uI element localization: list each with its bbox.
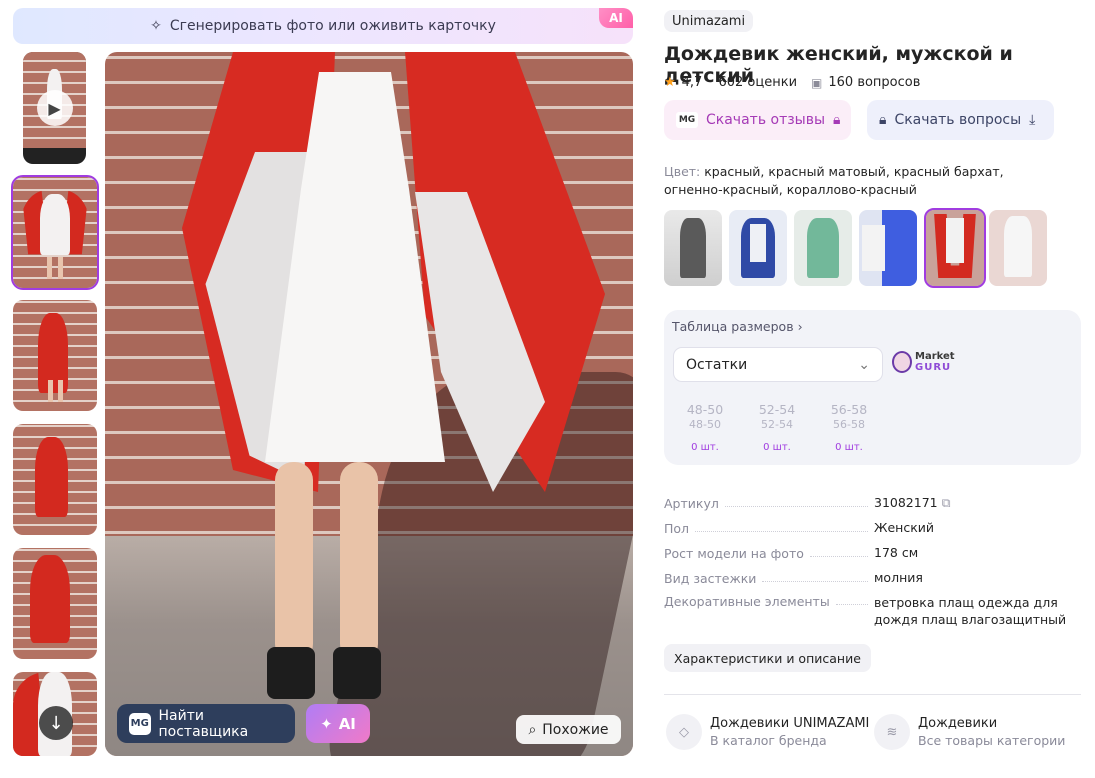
spec-value: ветровка плащ одежда для дождя плащ влаг…	[874, 595, 1067, 627]
size-ru: 48-50	[689, 418, 721, 431]
size-option[interactable]: 56-58 56-58 0 шт.	[819, 402, 879, 453]
stock-count: 0 шт.	[763, 442, 791, 453]
download-icon: ⤓	[1029, 112, 1036, 128]
size-label: 56-58	[830, 402, 868, 417]
color-label: Цвет:	[664, 164, 701, 179]
color-info: Цвет: красный, красный матовый, красный …	[664, 163, 1064, 199]
stock-count: 0 шт.	[835, 442, 863, 453]
star-icon: ★	[664, 75, 676, 90]
play-icon: ▶	[36, 90, 73, 126]
size-ru: 56-58	[833, 418, 865, 431]
category-link[interactable]: ≋ Дождевики Все товары категории	[874, 714, 1065, 750]
download-questions-button[interactable]: 🔒︎ Скачать вопросы ⤓	[867, 100, 1054, 140]
brand-catalog-subtitle: В каталог бренда	[710, 733, 827, 748]
magic-wand-icon: ✧	[150, 18, 162, 34]
size-label: 52-54	[758, 402, 796, 417]
color-swatch-3[interactable]	[794, 210, 852, 286]
color-swatch-4[interactable]	[859, 210, 917, 286]
brand-name: Unimazami	[672, 13, 746, 29]
reviews-count: 602 оценки	[718, 75, 798, 90]
mg-logo: MG	[129, 712, 151, 735]
characteristics-button[interactable]: Характеристики и описание	[664, 644, 871, 672]
spec-row-article: Артикул 31082171 ⧉	[664, 494, 1081, 511]
spec-row-decor: Декоративные элементы ветровка плащ одеж…	[664, 594, 1081, 628]
questions-icon: ▣	[811, 75, 823, 90]
generate-photo-banner[interactable]: ✧ Сгенерировать фото или оживить карточк…	[13, 8, 633, 44]
lock-icon: 🔒︎	[833, 112, 841, 128]
spec-key: Рост модели на фото	[664, 546, 804, 561]
tag-icon: ◇	[666, 714, 702, 750]
size-label: 48-50	[686, 402, 724, 417]
lock-icon: 🔒︎	[879, 112, 887, 128]
layers-icon: ≋	[874, 714, 910, 750]
market-guru-logo[interactable]: Market GURU	[892, 351, 955, 373]
spec-value: 178 см	[874, 545, 919, 560]
category-title: Дождевики	[918, 716, 998, 731]
spec-value: молния	[874, 570, 923, 585]
download-reviews-label: Скачать отзывы	[706, 112, 826, 128]
spec-row-model-height: Рост модели на фото 178 см	[664, 544, 1081, 561]
sparkle-icon: ✦	[320, 714, 333, 733]
color-swatch-2[interactable]	[729, 210, 787, 286]
market-guru-line1: Market	[915, 351, 955, 362]
rating-row[interactable]: ★ 4,7 · 602 оценки ▣ 160 вопросов	[664, 75, 920, 90]
find-supplier-button[interactable]: MG Найти поставщика	[117, 704, 295, 743]
stock-count: 0 шт.	[691, 442, 719, 453]
arrow-down-icon: ↓	[48, 712, 64, 734]
market-guru-mascot-icon	[892, 351, 912, 373]
rating-value: 4,7	[681, 75, 703, 90]
size-option[interactable]: 52-54 52-54 0 шт.	[747, 402, 807, 453]
questions-count: 160 вопросов	[828, 75, 921, 90]
brand-badge[interactable]: Unimazami	[664, 10, 754, 32]
thumbnail-video[interactable]: ▶	[23, 52, 86, 164]
spec-value: 31082171	[874, 495, 938, 510]
copy-icon[interactable]: ⧉	[942, 495, 951, 510]
thumbnail-2[interactable]	[13, 300, 97, 411]
characteristics-label: Характеристики и описание	[674, 650, 861, 666]
divider	[664, 694, 1081, 695]
category-subtitle: Все товары категории	[918, 733, 1066, 748]
color-swatch-5[interactable]	[924, 208, 986, 288]
spec-key: Декоративные элементы	[664, 594, 830, 609]
size-ru: 52-54	[761, 418, 793, 431]
spec-key: Артикул	[664, 496, 719, 511]
color-swatch-1[interactable]	[664, 210, 722, 286]
ai-button[interactable]: ✦ AI	[306, 704, 370, 743]
chevron-right-icon: ›	[797, 319, 803, 334]
spec-key: Вид застежки	[664, 571, 757, 586]
similar-button[interactable]: ⌕ Похожие	[516, 715, 621, 744]
market-guru-line2: GURU	[915, 362, 952, 373]
find-supplier-label: Найти поставщика	[158, 707, 249, 740]
generate-photo-label: Сгенерировать фото или оживить карточку	[169, 18, 496, 34]
image-search-icon: ⌕	[528, 721, 537, 738]
spec-key: Пол	[664, 521, 690, 536]
stock-select-value: Остатки	[686, 356, 748, 373]
similar-label: Похожие	[542, 721, 609, 738]
size-option[interactable]: 48-50 48-50 0 шт.	[675, 402, 735, 453]
main-product-photo[interactable]	[105, 52, 633, 756]
color-value: красный, красный матовый, красный бархат…	[664, 164, 1004, 197]
size-table-label: Таблица размеров	[672, 319, 794, 334]
download-questions-label: Скачать вопросы	[894, 112, 1022, 128]
spec-row-gender: Пол Женский	[664, 519, 1081, 536]
color-swatch-6[interactable]	[989, 210, 1047, 286]
chevron-down-icon: ⌄	[858, 356, 870, 373]
scroll-down-button[interactable]: ↓	[39, 706, 73, 740]
mg-logo: MG	[676, 112, 698, 128]
stock-select[interactable]: Остатки ⌄	[673, 347, 883, 382]
ai-badge: AI	[599, 8, 633, 28]
spec-value: Женский	[874, 520, 934, 535]
ai-button-label: AI	[338, 714, 356, 733]
size-table-link[interactable]: Таблица размеров ›	[672, 319, 803, 334]
thumbnail-1[interactable]	[11, 175, 99, 290]
thumbnail-3[interactable]	[13, 424, 97, 535]
spec-row-fastener: Вид застежки молния	[664, 569, 1081, 586]
brand-catalog-title: Дождевики UNIMAZAMI	[710, 716, 870, 731]
thumbnail-4[interactable]	[13, 548, 97, 659]
brand-catalog-link[interactable]: ◇ Дождевики UNIMAZAMI В каталог бренда	[666, 714, 869, 750]
download-reviews-button[interactable]: MG Скачать отзывы 🔒︎	[664, 100, 851, 140]
